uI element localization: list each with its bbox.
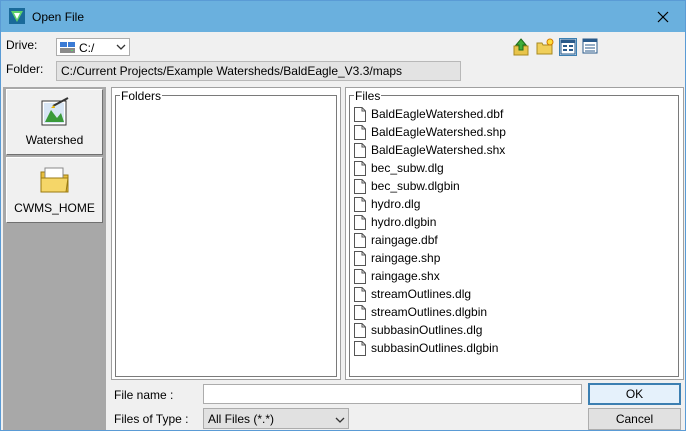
file-name: bec_subw.dlgbin	[371, 179, 460, 193]
new-folder-icon	[536, 38, 554, 55]
up-folder-button[interactable]	[512, 38, 530, 56]
cancel-button[interactable]: Cancel	[588, 408, 681, 430]
file-name: raingage.shx	[371, 269, 440, 283]
files-panel[interactable]: Files BaldEagleWatershed.dbf BaldEagleWat…	[345, 87, 684, 380]
close-button[interactable]	[641, 1, 685, 32]
place-cwms-home[interactable]: CWMS_HOME	[6, 157, 103, 223]
file-icon	[354, 178, 366, 194]
drive-value: C:/	[79, 41, 95, 55]
file-name: streamOutlines.dlgbin	[371, 305, 488, 319]
file-name: BaldEagleWatershed.shp	[371, 125, 506, 139]
drive-select[interactable]: C:/	[56, 38, 130, 56]
file-item[interactable]: bec_subw.dlgbin	[354, 177, 460, 195]
file-item[interactable]: BaldEagleWatershed.shx	[354, 141, 505, 159]
file-name: raingage.shp	[371, 251, 441, 265]
drive-icon	[60, 42, 75, 53]
file-item[interactable]: streamOutlines.dlgbin	[354, 303, 487, 321]
ok-button[interactable]: OK	[588, 383, 681, 405]
filename-input[interactable]	[203, 384, 582, 404]
file-item[interactable]: raingage.shx	[354, 267, 440, 285]
file-item[interactable]: BaldEagleWatershed.dbf	[354, 105, 503, 123]
file-icon	[354, 142, 366, 158]
filetype-select[interactable]: All Files (*.*)	[203, 408, 349, 429]
file-icon	[354, 340, 366, 356]
up-folder-icon	[513, 38, 529, 56]
filetype-label: Files of Type :	[114, 412, 189, 426]
chevron-down-icon	[116, 44, 126, 50]
file-icon	[354, 124, 366, 140]
window-title: Open File	[32, 10, 85, 24]
file-name: bec_subw.dlg	[371, 161, 444, 175]
watershed-icon	[41, 97, 69, 126]
file-item[interactable]: hydro.dlg	[354, 195, 420, 213]
file-item[interactable]: raingage.dbf	[354, 231, 438, 249]
file-name: hydro.dlg	[371, 197, 421, 211]
folders-panel[interactable]: Folders	[111, 87, 341, 380]
file-item[interactable]: subbasinOutlines.dlgbin	[354, 339, 498, 357]
drive-label: Drive:	[6, 38, 38, 52]
file-icon	[354, 214, 366, 230]
folder-icon	[40, 167, 69, 193]
file-name: hydro.dlgbin	[371, 215, 437, 229]
list-view-button[interactable]	[559, 38, 577, 56]
open-file-dialog: Open File Drive: C:/ Folder: C:/Current …	[0, 0, 686, 431]
close-icon	[657, 11, 669, 22]
file-icon	[354, 304, 366, 320]
file-name: BaldEagleWatershed.dbf	[371, 107, 504, 121]
file-icon	[354, 196, 366, 212]
file-name: subbasinOutlines.dlg	[371, 323, 483, 337]
folder-path-field: C:/Current Projects/Example Watersheds/B…	[56, 61, 461, 81]
app-icon	[9, 8, 25, 24]
file-item[interactable]: subbasinOutlines.dlg	[354, 321, 482, 339]
places-bar: Watershed CWMS_HOME	[3, 87, 106, 430]
file-icon	[354, 106, 366, 122]
file-item[interactable]: streamOutlines.dlg	[354, 285, 471, 303]
file-name: streamOutlines.dlg	[371, 287, 472, 301]
file-icon	[354, 160, 366, 176]
folders-title: Folders	[120, 89, 163, 103]
title-bar[interactable]: Open File	[1, 1, 685, 32]
file-item[interactable]: hydro.dlgbin	[354, 213, 436, 231]
file-item[interactable]: BaldEagleWatershed.shp	[354, 123, 506, 141]
details-view-button[interactable]	[582, 38, 600, 56]
place-label: Watershed	[25, 133, 84, 147]
file-icon	[354, 286, 366, 302]
list-view-icon	[560, 39, 576, 55]
file-icon	[354, 232, 366, 248]
details-view-icon	[582, 38, 598, 54]
filename-label: File name :	[114, 388, 174, 402]
new-folder-button[interactable]	[536, 38, 554, 56]
file-name: subbasinOutlines.dlgbin	[371, 341, 499, 355]
file-item[interactable]: raingage.shp	[354, 249, 440, 267]
file-item[interactable]: bec_subw.dlg	[354, 159, 444, 177]
file-name: BaldEagleWatershed.shx	[371, 143, 506, 157]
chevron-down-icon	[335, 417, 345, 423]
folder-label: Folder:	[6, 62, 44, 76]
place-watershed[interactable]: Watershed	[6, 89, 103, 155]
file-name: raingage.dbf	[371, 233, 438, 247]
place-label: CWMS_HOME	[14, 201, 95, 215]
files-title: Files	[354, 89, 382, 103]
file-icon	[354, 250, 366, 266]
filetype-value: All Files (*.*)	[208, 412, 275, 426]
file-icon	[354, 322, 366, 338]
file-icon	[354, 268, 366, 284]
folders-frame	[115, 95, 337, 377]
